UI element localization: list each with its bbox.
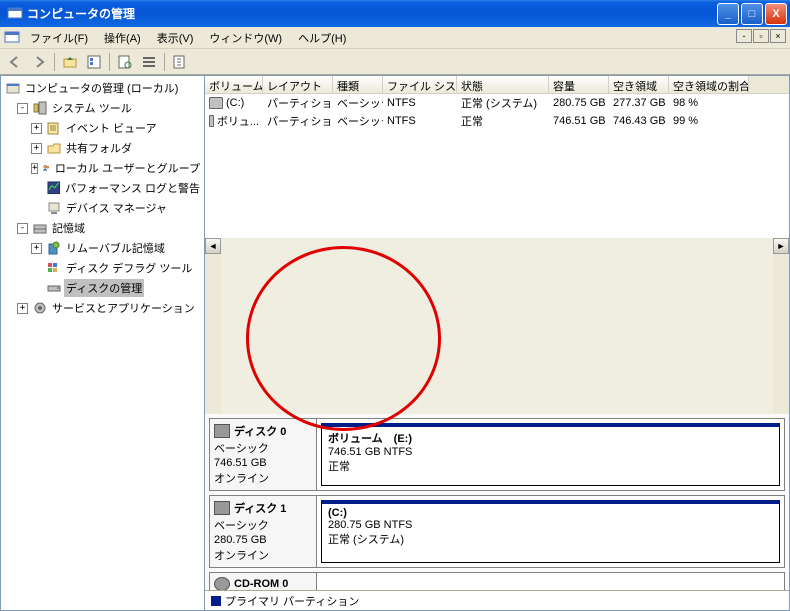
scroll-right-button[interactable]: ► xyxy=(773,238,789,254)
disk-row[interactable]: CD-ROM 0 DVD (D:) メディアなし xyxy=(209,572,785,590)
col-type[interactable]: 種類 xyxy=(333,76,383,93)
partition-box[interactable]: ボリューム (E:) 746.51 GB NTFS 正常 xyxy=(321,423,780,486)
tree-removable[interactable]: +リムーバブル記憶域 xyxy=(3,238,202,258)
volume-row[interactable]: ボリュ... パーティション ベーシック NTFS 正常 746.51 GB 7… xyxy=(205,112,789,130)
disk-row[interactable]: ディスク 0 ベーシック 746.51 GB オンライン ボリューム (E:) … xyxy=(209,418,785,491)
col-layout[interactable]: レイアウト xyxy=(263,76,333,93)
tree-eventviewer[interactable]: +イベント ビューア xyxy=(3,118,202,138)
col-fs[interactable]: ファイル システム xyxy=(383,76,457,93)
back-button[interactable] xyxy=(4,51,26,73)
drive-icon xyxy=(209,115,214,127)
tree-root[interactable]: コンピュータの管理 (ローカル) xyxy=(3,78,202,98)
tree-defrag[interactable]: ディスク デフラグ ツール xyxy=(3,258,202,278)
tree-perf[interactable]: パフォーマンス ログと警告 xyxy=(3,178,202,198)
forward-button[interactable] xyxy=(28,51,50,73)
col-freepct[interactable]: 空き領域の割合 xyxy=(669,76,749,93)
nav-tree[interactable]: コンピュータの管理 (ローカル) -システム ツール +イベント ビューア +共… xyxy=(0,75,205,611)
drive-icon xyxy=(209,97,223,109)
tree-shared[interactable]: +共有フォルダ xyxy=(3,138,202,158)
volume-list-header: ボリューム レイアウト 種類 ファイル システム 状態 容量 空き領域 空き領域… xyxy=(205,76,789,94)
tree-diskmgmt[interactable]: ディスクの管理 xyxy=(3,278,202,298)
disk-info: ディスク 1 ベーシック 280.75 GB オンライン xyxy=(210,496,317,567)
tree-systools[interactable]: -システム ツール xyxy=(3,98,202,118)
menu-action[interactable]: 操作(A) xyxy=(96,27,149,49)
menu-bar: ファイル(F) 操作(A) 表示(V) ウィンドウ(W) ヘルプ(H) - ▫ … xyxy=(0,27,790,49)
col-volume[interactable]: ボリューム xyxy=(205,76,263,93)
minimize-button[interactable]: _ xyxy=(717,3,739,25)
disk-icon xyxy=(214,424,230,438)
mdi-buttons: - ▫ × xyxy=(736,29,786,43)
volume-row[interactable]: (C:) パーティション ベーシック NTFS 正常 (システム) 280.75… xyxy=(205,94,789,112)
refresh-button[interactable] xyxy=(114,51,136,73)
disk-map: ディスク 0 ベーシック 746.51 GB オンライン ボリューム (E:) … xyxy=(205,414,789,590)
tree-users[interactable]: +ローカル ユーザーとグループ xyxy=(3,158,202,178)
disk-info: CD-ROM 0 DVD (D:) メディアなし xyxy=(210,573,317,590)
mmc-icon xyxy=(4,30,20,46)
partition-box[interactable]: (C:) 280.75 GB NTFS 正常 (システム) xyxy=(321,500,780,563)
title-bar: コンピュータの管理 _ □ X xyxy=(0,0,790,27)
tree-storage[interactable]: -記憶域 xyxy=(3,218,202,238)
mdi-close-button[interactable]: × xyxy=(770,29,786,43)
menu-view[interactable]: 表示(V) xyxy=(149,27,202,49)
toolbar xyxy=(0,49,790,75)
col-status[interactable]: 状態 xyxy=(457,76,549,93)
tree-services[interactable]: +サービスとアプリケーション xyxy=(3,298,202,318)
up-folder-button[interactable] xyxy=(59,51,81,73)
volume-list[interactable]: ボリューム レイアウト 種類 ファイル システム 状態 容量 空き領域 空き領域… xyxy=(205,76,789,238)
scroll-left-button[interactable]: ◄ xyxy=(205,238,221,254)
menu-window[interactable]: ウィンドウ(W) xyxy=(201,27,290,49)
close-button[interactable]: X xyxy=(765,3,787,25)
properties-button[interactable] xyxy=(83,51,105,73)
disk-info: ディスク 0 ベーシック 746.51 GB オンライン xyxy=(210,419,317,490)
legend-swatch-primary xyxy=(211,596,221,606)
app-icon xyxy=(7,6,23,22)
col-capacity[interactable]: 容量 xyxy=(549,76,609,93)
legend-primary-label: プライマリ パーティション xyxy=(225,593,359,609)
disk-icon xyxy=(214,501,230,515)
menu-file[interactable]: ファイル(F) xyxy=(22,27,96,49)
disk-row[interactable]: ディスク 1 ベーシック 280.75 GB オンライン (C:) 280.75… xyxy=(209,495,785,568)
settings-button[interactable] xyxy=(169,51,191,73)
col-free[interactable]: 空き領域 xyxy=(609,76,669,93)
mdi-minimize-button[interactable]: - xyxy=(736,29,752,43)
maximize-button[interactable]: □ xyxy=(741,3,763,25)
window-title: コンピュータの管理 xyxy=(27,5,715,22)
mdi-restore-button[interactable]: ▫ xyxy=(753,29,769,43)
legend: プライマリ パーティション xyxy=(205,590,789,610)
cdrom-icon xyxy=(214,577,230,590)
list-view-button[interactable] xyxy=(138,51,160,73)
tree-devmgr[interactable]: デバイス マネージャ xyxy=(3,198,202,218)
h-scrollbar[interactable]: ◄ ► xyxy=(205,238,789,414)
menu-help[interactable]: ヘルプ(H) xyxy=(290,27,354,49)
